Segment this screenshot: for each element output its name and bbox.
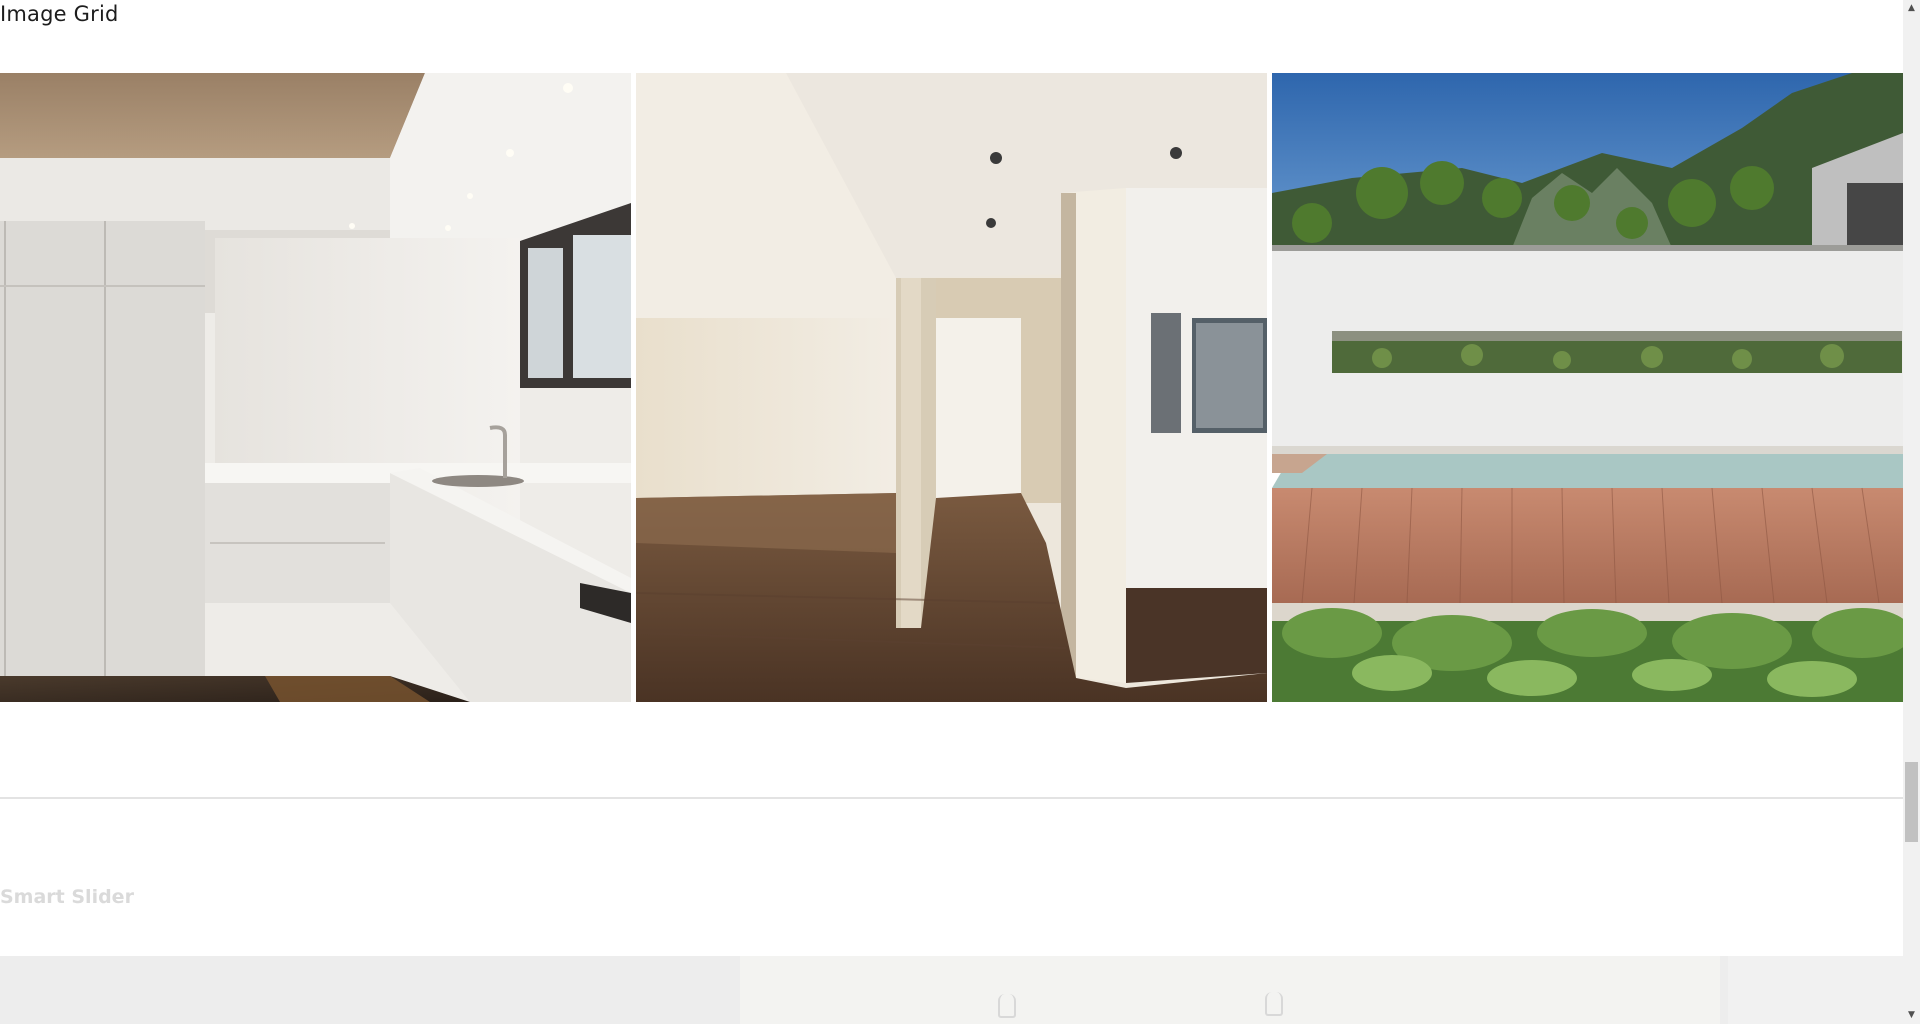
slider-slide [0,956,1728,1024]
smart-slider-preview[interactable] [0,956,1903,1024]
room-image [636,73,1267,702]
section-divider [0,797,1903,799]
slider-slide-image [740,956,1720,1024]
image-grid-item-terrace[interactable] [1272,73,1903,702]
image-grid-item-room[interactable] [636,73,1267,702]
image-grid-item-kitchen[interactable] [0,73,631,702]
page: Image Grid Smart Slider [0,0,1903,1024]
image-grid [0,73,1903,702]
scroll-thumb[interactable] [1905,762,1918,842]
ceiling-light-icon [1265,992,1283,1016]
image-grid-title: Image Grid [0,2,119,26]
smart-slider-title: Smart Slider [0,886,134,908]
scroll-down-icon[interactable]: ▼ [1903,1007,1920,1024]
ceiling-light-icon [998,994,1016,1018]
vertical-scrollbar[interactable]: ▲ ▼ [1903,0,1920,1024]
scroll-up-icon[interactable]: ▲ [1903,0,1920,17]
kitchen-image [0,73,631,702]
terrace-image [1272,73,1903,702]
